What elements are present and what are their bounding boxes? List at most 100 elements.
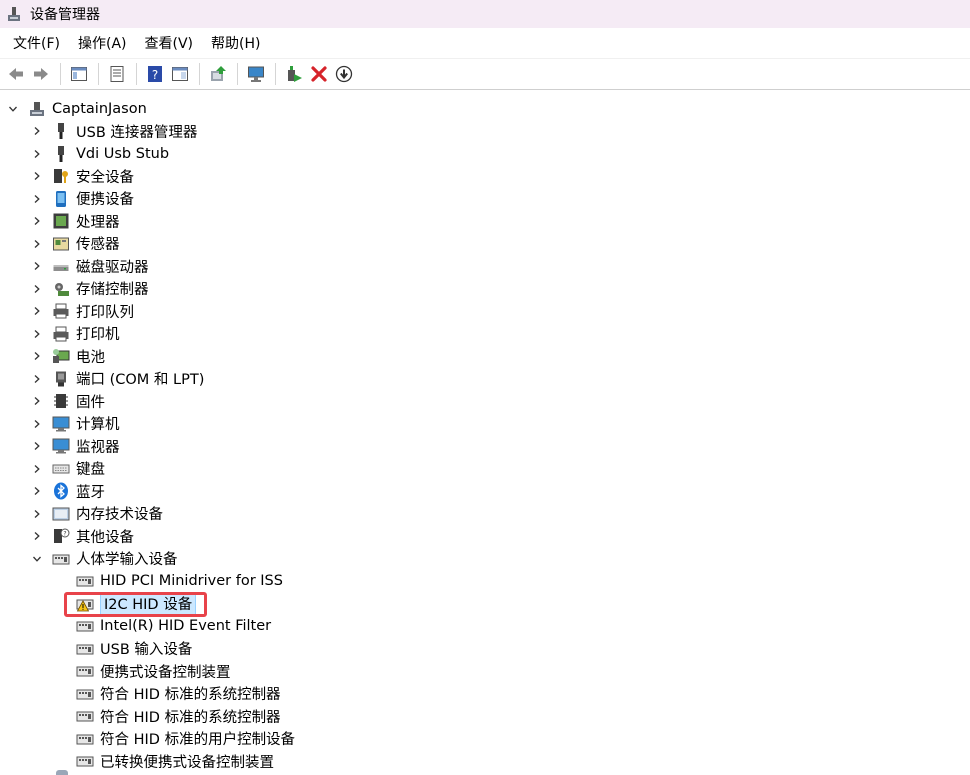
collapse-arrow-icon[interactable] — [30, 552, 44, 566]
computer-icon — [52, 415, 70, 433]
hid-device-icon — [76, 707, 94, 725]
window-title: 设备管理器 — [30, 7, 100, 23]
menu-action[interactable]: 操作(A) — [69, 29, 136, 57]
expand-arrow-icon[interactable] — [30, 394, 44, 408]
expand-arrow-icon[interactable] — [30, 439, 44, 453]
uninstall-device-icon[interactable] — [307, 62, 331, 86]
hid-device-icon — [76, 640, 94, 658]
tree-root[interactable]: CaptainJason — [6, 98, 147, 120]
tree-category-storage-controller[interactable]: 存储控制器 — [30, 278, 149, 300]
tree-device-hid-pci-minidriver[interactable]: HID PCI Minidriver for ISS — [76, 570, 283, 592]
tree-category-security[interactable]: 安全设备 — [30, 165, 134, 187]
tree-category-computer[interactable]: 计算机 — [30, 413, 120, 435]
tree-category-portable[interactable]: 便携设备 — [30, 188, 134, 210]
usb-icon — [52, 122, 70, 140]
tree-category-printer[interactable]: 打印机 — [30, 323, 120, 345]
port-icon — [52, 370, 70, 388]
tree-root-label: CaptainJason — [52, 101, 147, 117]
tree-category-firmware[interactable]: 固件 — [30, 390, 105, 412]
tree-category-print-queue[interactable]: 打印队列 — [30, 300, 134, 322]
expand-arrow-icon[interactable] — [30, 147, 44, 161]
bluetooth-icon — [52, 482, 70, 500]
tree-category-label: 打印队列 — [76, 304, 134, 321]
tree-category-port[interactable]: 端口 (COM 和 LPT) — [30, 368, 204, 390]
menu-file[interactable]: 文件(F) — [4, 29, 69, 57]
tree-category-label: 监视器 — [76, 439, 120, 456]
usb-icon — [52, 145, 70, 163]
sensor-icon — [52, 235, 70, 253]
tree-category-monitor[interactable]: 监视器 — [30, 435, 120, 457]
expand-arrow-icon[interactable] — [30, 192, 44, 206]
annotation-highlight-box — [64, 592, 207, 617]
enable-device-icon[interactable] — [282, 62, 306, 86]
tree-category-disk-drive[interactable]: 磁盘驱动器 — [30, 255, 149, 277]
device-tree[interactable]: CaptainJason USB 连接器管理器 Vdi Usb Stub 安全设… — [0, 96, 970, 775]
tree-device-converted-portable-control[interactable]: 已转换便携式设备控制装置 — [76, 750, 274, 772]
tree-category-battery[interactable]: 电池 — [30, 345, 105, 367]
computer-tree-root-icon — [28, 100, 46, 118]
expand-arrow-icon[interactable] — [30, 237, 44, 251]
expand-arrow-icon[interactable] — [30, 507, 44, 521]
back-icon[interactable] — [4, 62, 28, 86]
printer-icon — [52, 302, 70, 320]
tree-device-label: 符合 HID 标准的系统控制器 — [100, 687, 281, 703]
help-icon[interactable]: ? — [143, 62, 167, 86]
tree-device-intel-hid-event-filter[interactable]: Intel(R) HID Event Filter — [76, 615, 271, 637]
tree-category-vdi-usb-stub[interactable]: Vdi Usb Stub — [30, 143, 169, 165]
expand-arrow-icon[interactable] — [30, 529, 44, 543]
expand-arrow-icon[interactable] — [30, 372, 44, 386]
expand-arrow-icon[interactable] — [30, 417, 44, 431]
expand-arrow-icon[interactable] — [30, 259, 44, 273]
tree-device-hid-system-controller-1[interactable]: 符合 HID 标准的系统控制器 — [76, 683, 281, 705]
expand-arrow-icon[interactable] — [30, 124, 44, 138]
processor-icon — [52, 212, 70, 230]
expand-arrow-icon[interactable] — [30, 282, 44, 296]
tree-category-sensor[interactable]: 传感器 — [30, 233, 120, 255]
firmware-icon — [52, 392, 70, 410]
tree-category-label: 人体学输入设备 — [76, 552, 178, 568]
tree-category-other-devices[interactable]: ? 其他设备 — [30, 525, 134, 547]
tree-category-label: 内存技术设备 — [76, 507, 163, 523]
tree-device-label: Intel(R) HID Event Filter — [100, 618, 272, 634]
tree-category-bluetooth[interactable]: 蓝牙 — [30, 480, 105, 502]
expand-arrow-icon[interactable] — [30, 169, 44, 183]
tree-category-keyboard[interactable]: 键盘 — [30, 458, 105, 480]
show-hide-console-tree-icon[interactable] — [67, 62, 91, 86]
tree-category-usb-connector[interactable]: USB 连接器管理器 — [30, 120, 197, 142]
tree-device-hid-system-controller-2[interactable]: 符合 HID 标准的系统控制器 — [76, 705, 281, 727]
update-driver-icon[interactable] — [206, 62, 230, 86]
title-bar: 设备管理器 — [0, 0, 970, 28]
menu-view[interactable]: 查看(V) — [136, 29, 203, 57]
hid-icon — [52, 550, 70, 568]
expand-arrow-icon[interactable] — [30, 349, 44, 363]
expand-arrow-icon[interactable] — [30, 462, 44, 476]
printer-icon — [52, 325, 70, 343]
disable-device-icon[interactable] — [332, 62, 356, 86]
tree-category-label: Vdi Usb Stub — [76, 145, 170, 162]
tree-category-memory-technology[interactable]: 内存技术设备 — [30, 503, 163, 525]
tree-category-label: 打印机 — [76, 327, 120, 343]
portable-device-icon — [52, 190, 70, 208]
scan-hardware-icon[interactable] — [244, 62, 268, 86]
expand-arrow-icon[interactable] — [30, 214, 44, 228]
tree-category-label: 传感器 — [76, 237, 120, 253]
tree-category-processor[interactable]: 处理器 — [30, 210, 120, 232]
forward-icon[interactable] — [29, 62, 53, 86]
toolbar: ? — [0, 59, 970, 90]
tree-category-hid[interactable]: 人体学输入设备 — [30, 548, 178, 570]
properties-icon[interactable] — [105, 62, 129, 86]
tree-category-label: 其他设备 — [76, 529, 134, 546]
tree-device-portable-control[interactable]: 便携式设备控制装置 — [76, 660, 231, 682]
expand-arrow-icon[interactable] — [30, 304, 44, 318]
menu-help[interactable]: 帮助(H) — [202, 29, 269, 57]
tree-device-label: HID PCI Minidriver for ISS — [100, 573, 283, 589]
expand-arrow-icon[interactable] — [30, 484, 44, 498]
action-pane-icon[interactable] — [168, 62, 192, 86]
svg-text:?: ? — [63, 531, 66, 538]
tree-device-hid-consumer-control[interactable]: 符合 HID 标准的用户控制设备 — [76, 728, 295, 750]
tree-device-usb-input[interactable]: USB 输入设备 — [76, 638, 192, 660]
collapse-arrow-icon[interactable] — [6, 102, 20, 116]
tree-device-label: 已转换便携式设备控制装置 — [100, 754, 274, 771]
expand-arrow-icon[interactable] — [30, 327, 44, 341]
tree-device-label: 便携式设备控制装置 — [100, 664, 231, 681]
